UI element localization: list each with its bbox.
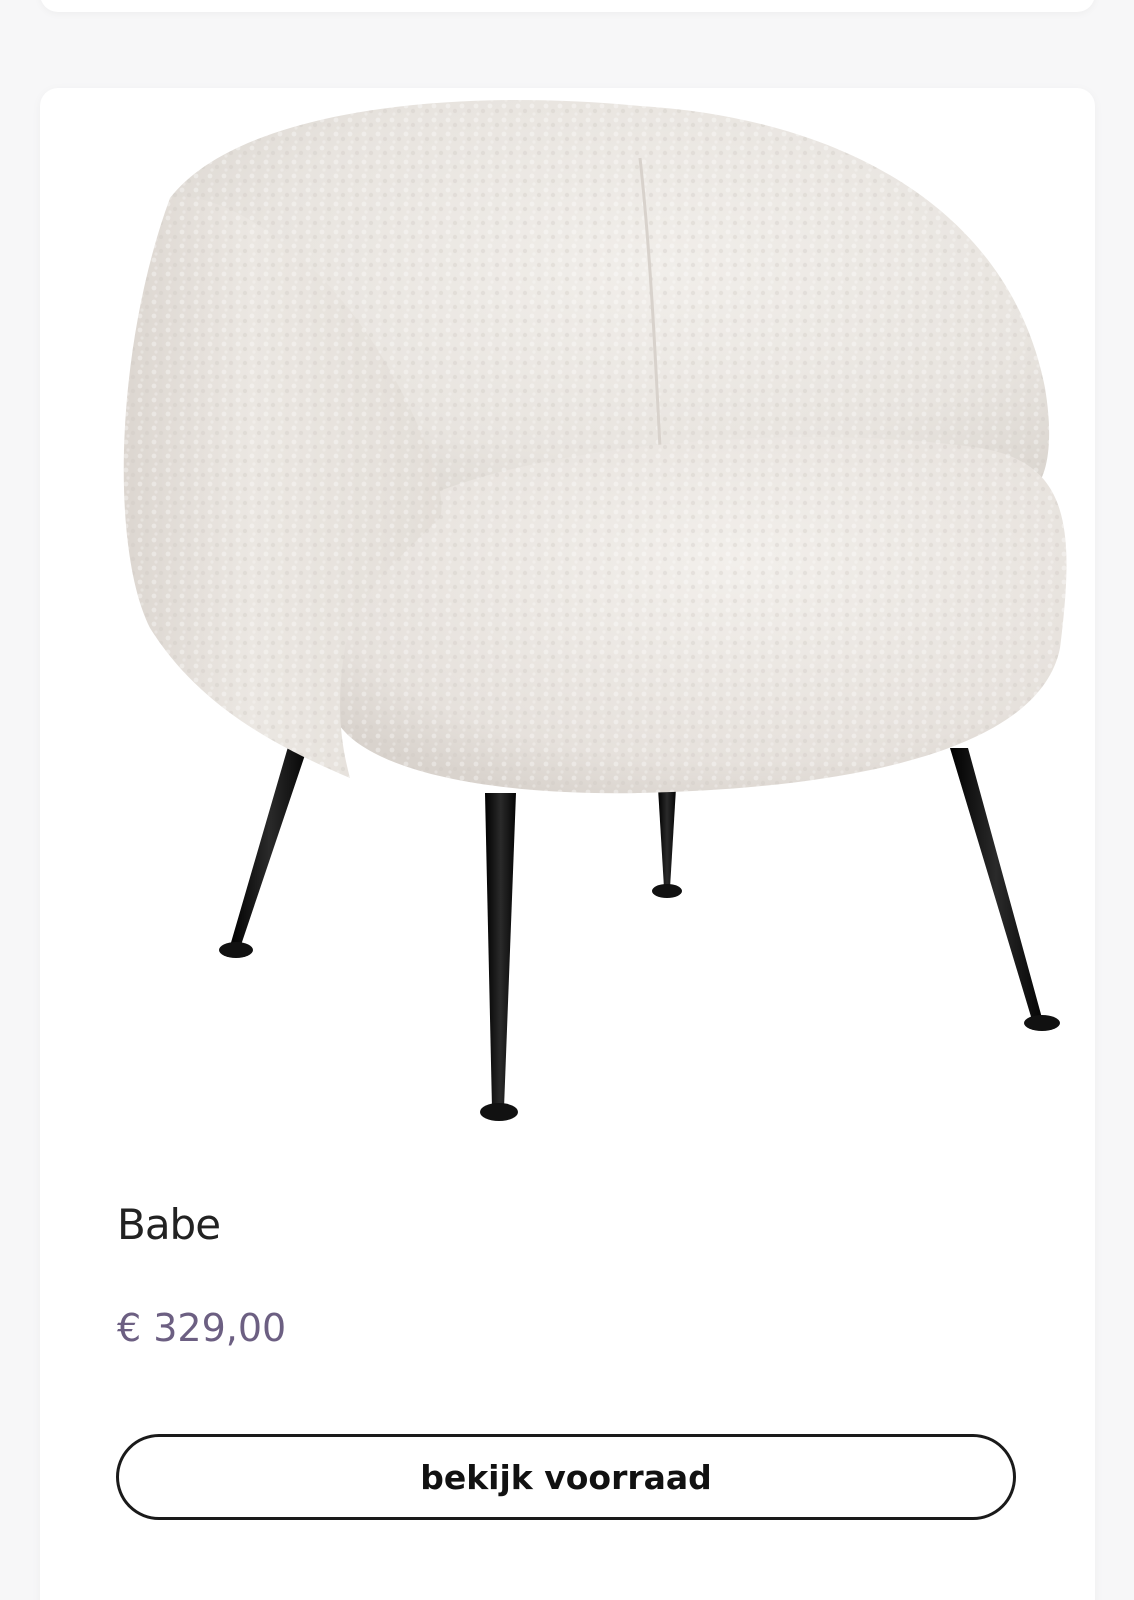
chair-legs [219, 740, 1060, 1121]
product-card[interactable]: Babe € 329,00 bekijk voorraad [40, 88, 1095, 1600]
product-name[interactable]: Babe [117, 1200, 221, 1249]
view-stock-button[interactable]: bekijk voorraad [116, 1434, 1016, 1520]
product-price: € 329,00 [117, 1306, 287, 1350]
product-image[interactable] [80, 88, 1080, 1168]
page: Babe € 329,00 bekijk voorraad [0, 0, 1134, 1600]
previous-product-card [40, 0, 1095, 12]
